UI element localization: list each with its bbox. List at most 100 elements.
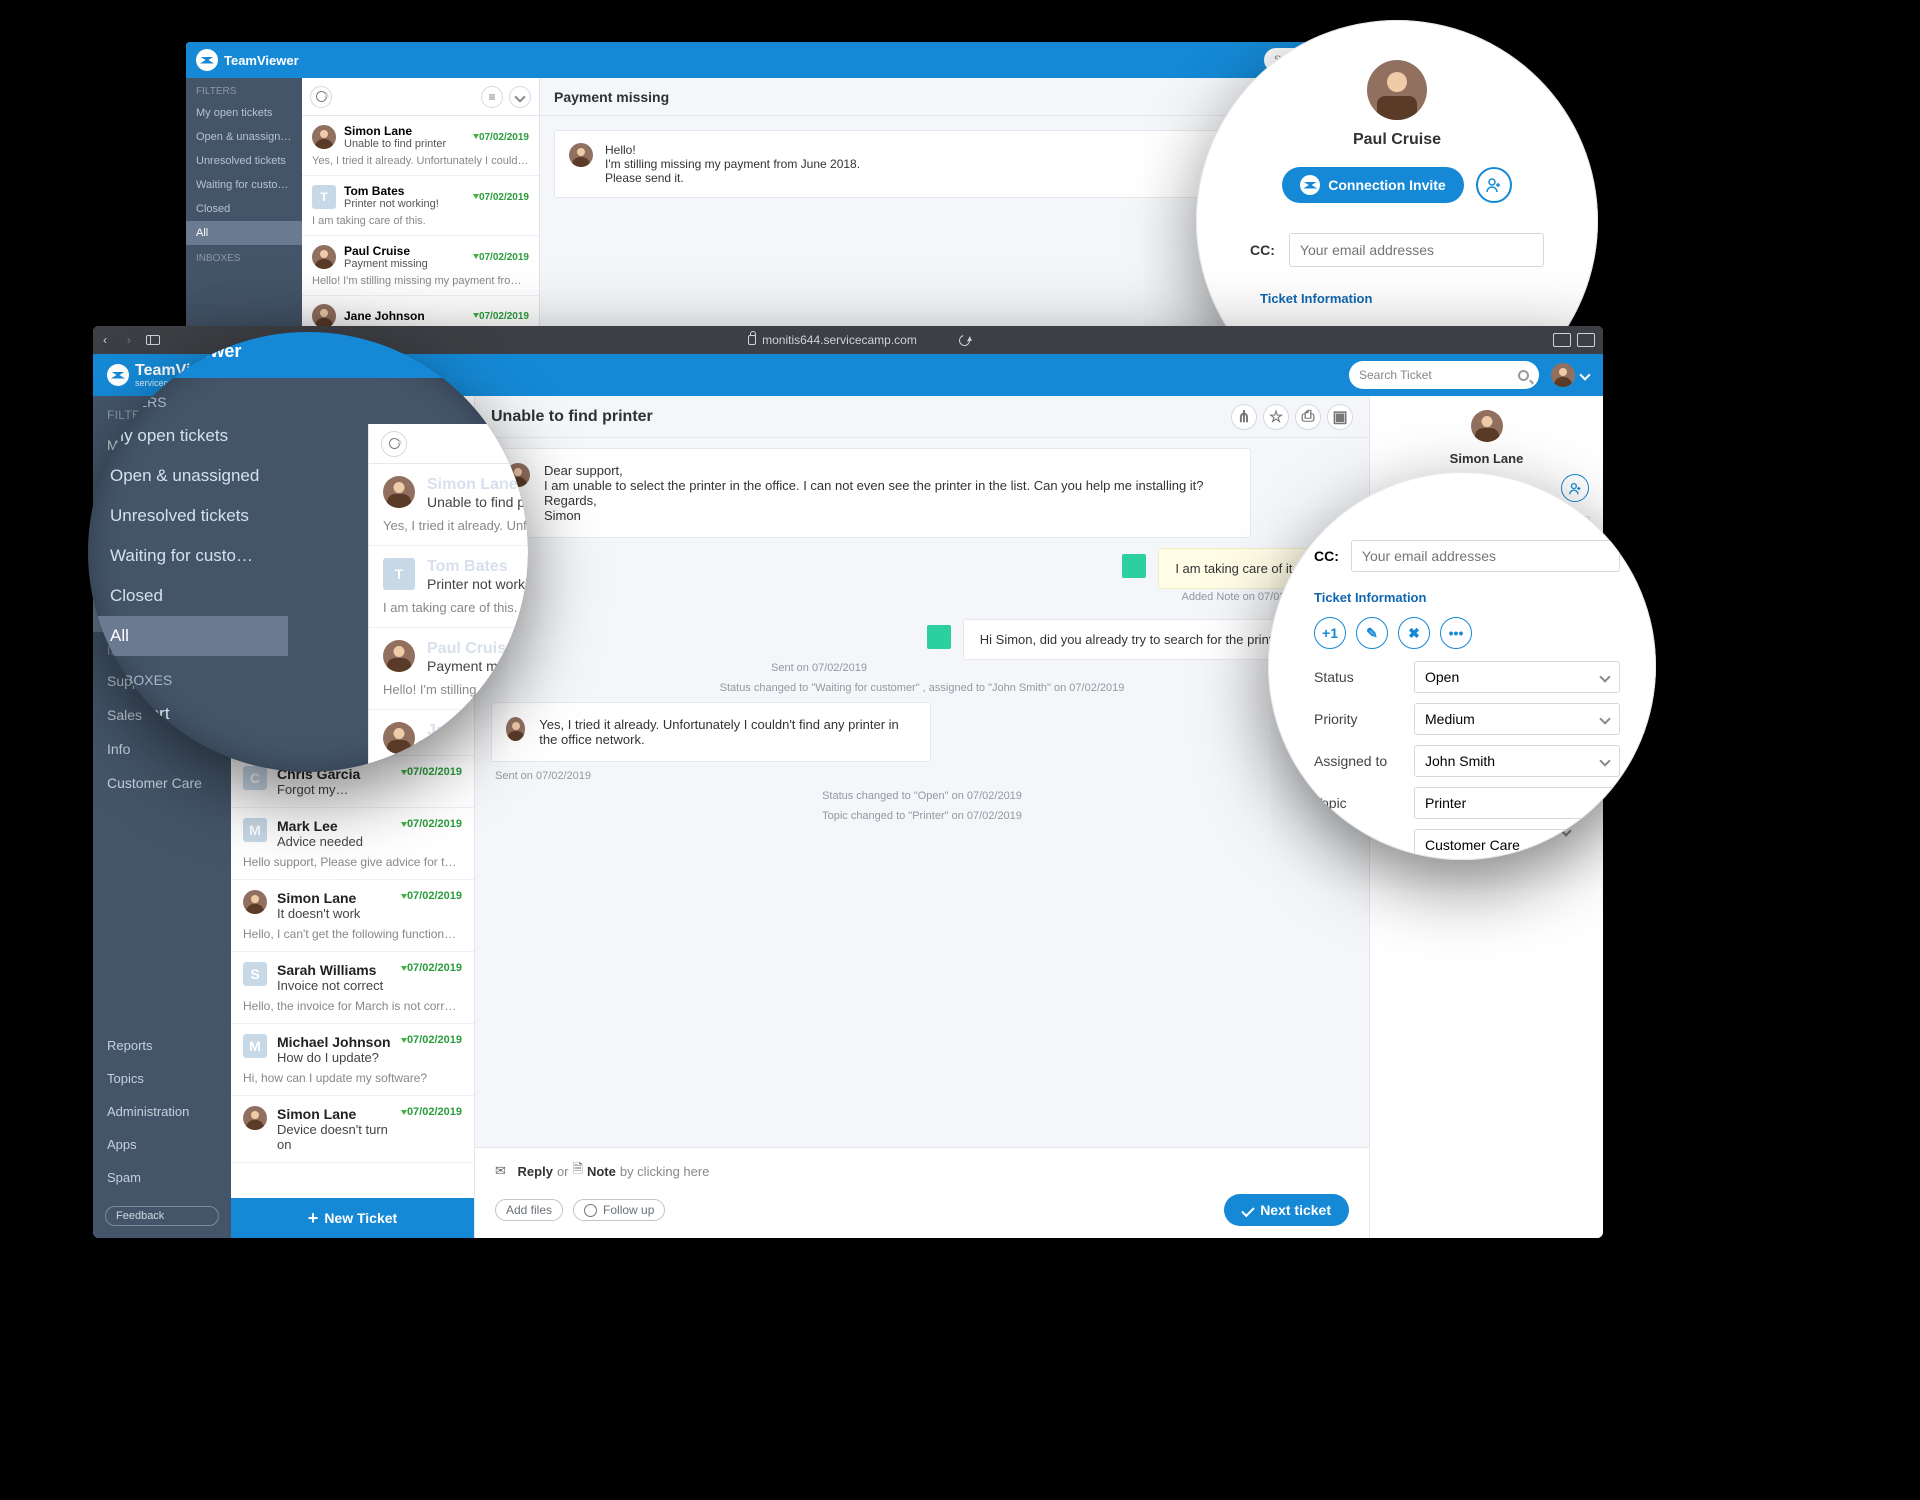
chevron-down-icon[interactable]: [509, 86, 531, 108]
arrow-down-icon: [401, 1038, 407, 1043]
ticket-row[interactable]: MMichael JohnsonHow do I update?07/02/20…: [231, 1024, 474, 1096]
ticket-date: 07/02/2019: [479, 192, 529, 203]
follow-up-radio[interactable]: [584, 1204, 597, 1217]
sidebar-item-reports[interactable]: Reports: [93, 1029, 231, 1062]
sidebar-toggle[interactable]: [141, 326, 165, 354]
inboxes-heading: INBOXES: [186, 245, 302, 268]
avatar: [383, 722, 415, 754]
forward-button[interactable]: ›: [117, 326, 141, 354]
sidebar-item[interactable]: Unresolved tickets: [186, 149, 302, 173]
reload-icon[interactable]: [957, 332, 972, 347]
thread: Unable to find printer ⋔ ☆ ⎙ ▣ Dear supp…: [475, 396, 1369, 1238]
add-user-button[interactable]: [1561, 474, 1589, 502]
plus-one-button[interactable]: +1: [1314, 617, 1346, 649]
note-label[interactable]: Note: [587, 1164, 616, 1179]
ticket-row[interactable]: Paul CruisePayment missing 07/02/2019 He…: [302, 236, 539, 296]
avatar: [312, 245, 336, 269]
avatar: [383, 476, 415, 508]
ticket-date: 07/02/2019: [401, 1034, 462, 1046]
sidebar-item-admin[interactable]: Administration: [93, 1095, 231, 1128]
avatar: [243, 890, 267, 914]
ticket-row[interactable]: Simon LaneIt doesn't work07/02/2019Hello…: [231, 880, 474, 952]
more-button[interactable]: •••: [1440, 617, 1472, 649]
print-icon[interactable]: ⎙: [1295, 404, 1321, 430]
system-line: Status changed to "Open" on 07/02/2019: [491, 790, 1353, 802]
delete-button[interactable]: ✖: [1398, 617, 1430, 649]
sidebar-item[interactable]: My open tickets: [186, 101, 302, 125]
cc-input[interactable]: [1351, 540, 1620, 572]
assigned-select[interactable]: John Smith: [1414, 745, 1620, 777]
sidebar-item-apps[interactable]: Apps: [93, 1128, 231, 1161]
cc-input[interactable]: [1289, 233, 1544, 267]
priority-select[interactable]: Medium: [1414, 703, 1620, 735]
share-icon[interactable]: ⋔: [1231, 404, 1257, 430]
ticket-name: Mark Lee: [277, 818, 391, 834]
new-ticket-button[interactable]: +New Ticket: [231, 1198, 474, 1238]
sidebar-item[interactable]: Unresolved tickets: [88, 496, 288, 536]
ticket-row[interactable]: Paul CruisePayment missing 07/02 Hello! …: [369, 628, 528, 710]
ticket-row[interactable]: MMark LeeAdvice needed07/02/2019Hello su…: [231, 808, 474, 880]
ticket-row[interactable]: Simon LaneDevice doesn't turn on07/02/20…: [231, 1096, 474, 1163]
next-ticket-button[interactable]: Next ticket: [1224, 1194, 1349, 1226]
zoom-ticket-list: Simon LaneUnable to find printer Yes, I …: [368, 424, 528, 772]
ticket-row[interactable]: Jane JohnsonHow to change my name Hello,…: [369, 710, 528, 772]
back-button[interactable]: ‹: [93, 326, 117, 354]
add-user-button[interactable]: [1476, 167, 1512, 203]
feedback-button[interactable]: Feedback: [105, 1206, 219, 1226]
message: Yes, I tried it already. Unfortunately I…: [491, 702, 931, 762]
refresh-icon[interactable]: [310, 86, 332, 108]
connection-invite-button[interactable]: Connection Invite: [1282, 167, 1463, 203]
timestamp: Sent on 07/02/2019: [771, 662, 1353, 674]
field-label: Assigned to: [1314, 753, 1414, 769]
refresh-button[interactable]: [381, 431, 407, 457]
tabs-icon[interactable]: [1577, 333, 1595, 347]
sidebar-item[interactable]: Closed: [186, 197, 302, 221]
ticket-preview: Yes, I tried it already. Unfortunately I…: [383, 518, 528, 533]
connection-invite-label: Connection Invite: [1328, 177, 1445, 193]
share-icon[interactable]: [1553, 333, 1571, 347]
search-input[interactable]: Search Ticket: [1349, 361, 1539, 389]
sidebar-item[interactable]: Sales: [88, 734, 288, 772]
sidebar-item[interactable]: Waiting for custo…: [186, 173, 302, 197]
sidebar-item[interactable]: Open & unassigned: [88, 456, 288, 496]
address-url[interactable]: monitis644.servicecamp.com: [762, 333, 917, 347]
ticket-subject: Payment missing: [344, 258, 465, 270]
sidebar-item[interactable]: Waiting for custo…: [88, 536, 288, 576]
sidebar-item[interactable]: Closed: [88, 576, 288, 616]
ticket-row[interactable]: SSarah WilliamsInvoice not correct07/02/…: [231, 952, 474, 1024]
user-avatar[interactable]: [1551, 363, 1575, 387]
popout-icon[interactable]: ▣: [1327, 404, 1353, 430]
ticket-preview: I am taking care of this.: [312, 215, 529, 227]
sidebar-item[interactable]: My open tickets: [88, 416, 288, 456]
ticket-row[interactable]: Simon LaneUnable to find printer 07/02/2…: [302, 116, 539, 176]
follow-up-toggle[interactable]: Follow up: [573, 1199, 665, 1221]
sidebar-item-topics[interactable]: Topics: [93, 1062, 231, 1095]
edit-button[interactable]: ✎: [1356, 617, 1388, 649]
sidebar-item-spam[interactable]: Spam: [93, 1161, 231, 1194]
avatar: T: [312, 185, 336, 209]
ticket-info-link[interactable]: Ticket Information: [1260, 291, 1568, 306]
sidebar-item[interactable]: Support: [88, 694, 288, 734]
ticket-name: Simon Lane: [277, 1106, 391, 1122]
ticket-row[interactable]: Simon LaneUnable to find printer Yes, I …: [369, 464, 528, 546]
internal-note: I am taking care of it.: [491, 548, 1313, 589]
star-icon[interactable]: ☆: [1263, 404, 1289, 430]
chevron-down-icon[interactable]: [1579, 369, 1590, 380]
status-select[interactable]: Open: [1414, 661, 1620, 693]
sidebar-item-all[interactable]: All: [88, 616, 288, 656]
contact-avatar: [1367, 60, 1427, 120]
ticket-name: Paul Cruise: [427, 640, 528, 658]
add-files-button[interactable]: Add files: [495, 1199, 563, 1221]
reply-label[interactable]: Reply: [518, 1164, 553, 1179]
sidebar-item[interactable]: Open & unassigned: [186, 125, 302, 149]
message-line: Simon: [544, 508, 1204, 523]
sort-icon[interactable]: ≡: [481, 86, 503, 108]
ticket-name: Jane Johnson: [344, 309, 465, 323]
field-label: Status: [1314, 669, 1414, 685]
or-label: or: [557, 1164, 569, 1179]
sidebar-item-all[interactable]: All: [186, 221, 302, 245]
ticket-row[interactable]: T Tom BatesPrinter not working! 07/… I a…: [369, 546, 528, 628]
ticket-preview: Hello, the invoice for March is not corr…: [243, 999, 462, 1013]
ticket-row[interactable]: T Tom BatesPrinter not working! 07/02/20…: [302, 176, 539, 236]
contact-name: Paul Cruise: [1226, 131, 1568, 149]
